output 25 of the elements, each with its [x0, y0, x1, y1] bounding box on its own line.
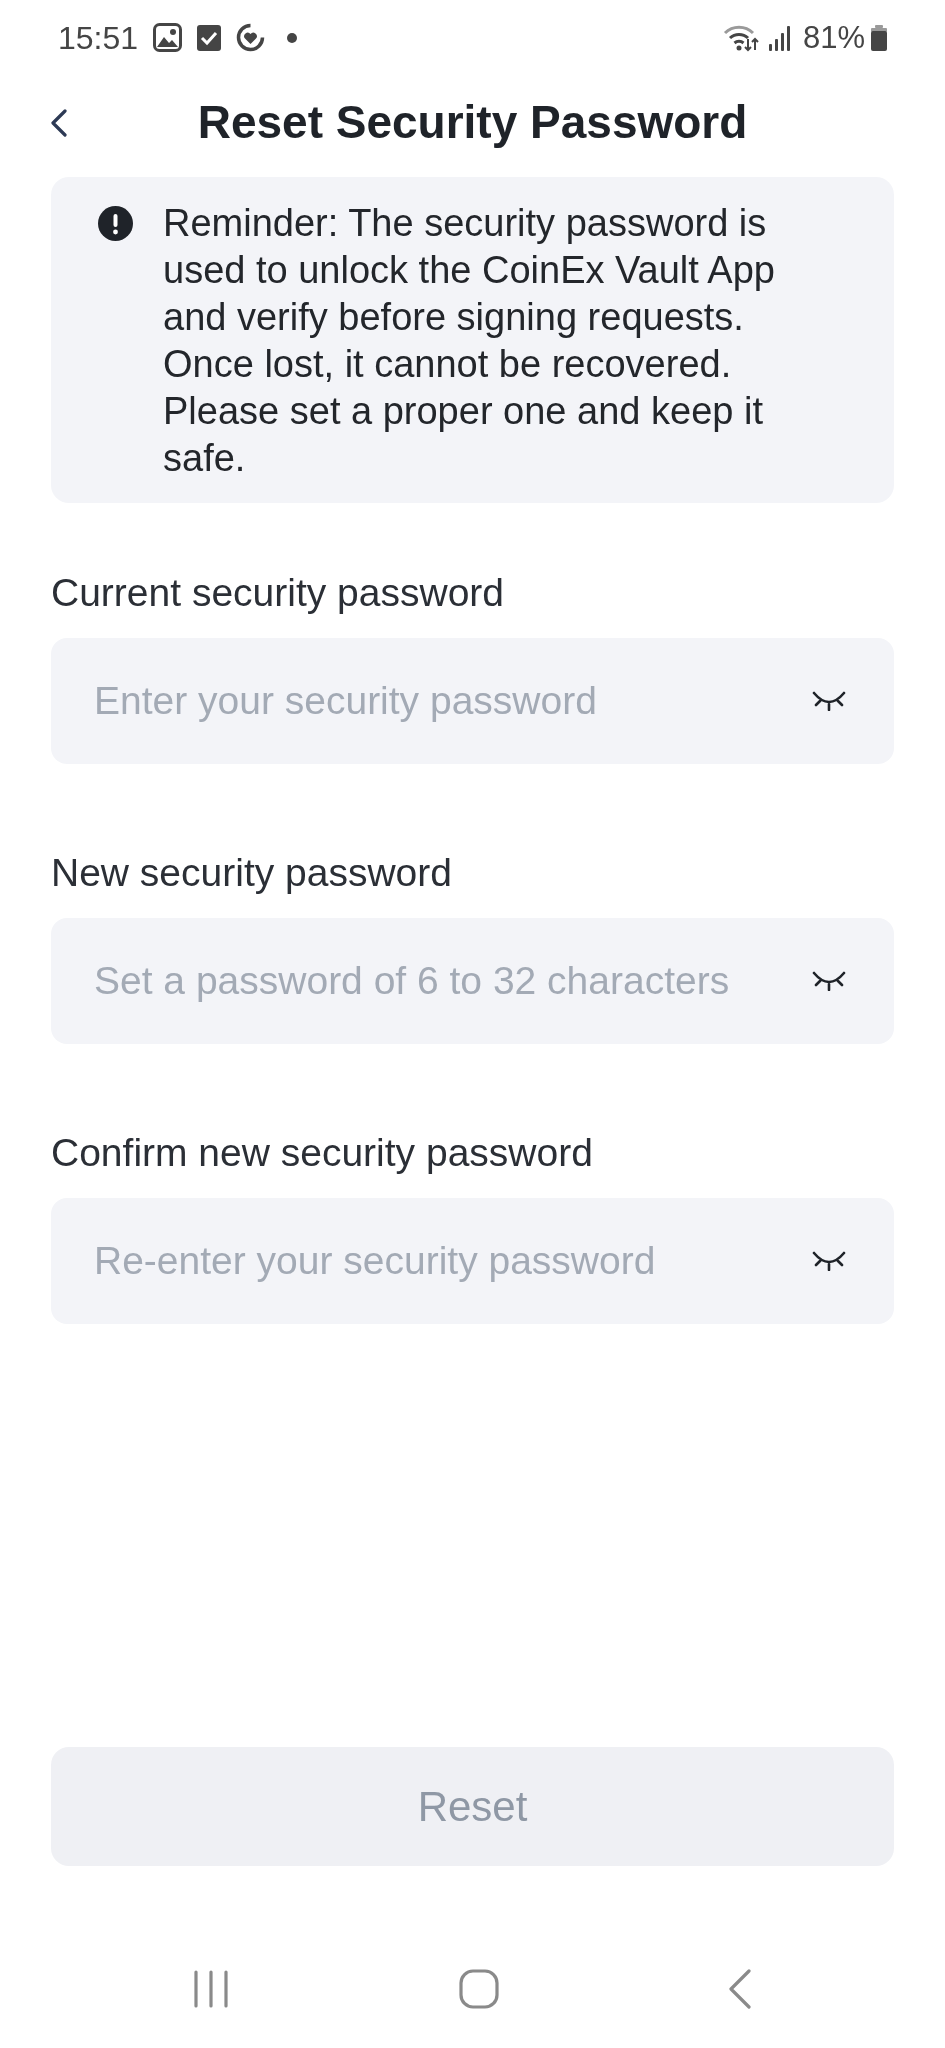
exclamation-icon — [98, 206, 133, 241]
image-icon — [153, 23, 183, 52]
password-field[interactable]: Re-enter your security password — [51, 1198, 894, 1324]
closed-eye-icon[interactable] — [812, 971, 846, 991]
chevron-left-icon — [50, 108, 68, 137]
heart-ring-icon — [236, 23, 266, 52]
signal-icon — [768, 24, 791, 51]
password-field[interactable]: Enter your security password — [51, 638, 894, 764]
battery-percentage: 81% — [802, 22, 865, 53]
closed-eye-icon[interactable] — [812, 691, 846, 711]
field-label: Confirm new security password — [51, 1131, 594, 1175]
field-label: Current security password — [51, 571, 505, 615]
back-icon[interactable] — [729, 1969, 751, 2009]
wifi-icon — [722, 23, 760, 52]
recent-apps-icon[interactable] — [194, 1970, 228, 2008]
checkbox-icon — [197, 24, 222, 51]
dot-icon — [287, 32, 298, 43]
clock-time: 15:51 — [58, 21, 139, 54]
password-field[interactable]: Set a password of 6 to 32 characters — [51, 918, 894, 1044]
field-label: New security password — [51, 851, 453, 895]
closed-eye-icon[interactable] — [812, 1251, 846, 1271]
reminder-text: Reminder: The security password is used to unlock the CoinEx Vault App and verify before signing requests. Once lost, it cannot be recovered. Please set a proper one and keep it safe. — [163, 201, 776, 481]
battery-icon — [871, 24, 887, 51]
home-icon[interactable] — [458, 1969, 499, 2009]
page-title: Reset Security Password — [197, 94, 748, 150]
